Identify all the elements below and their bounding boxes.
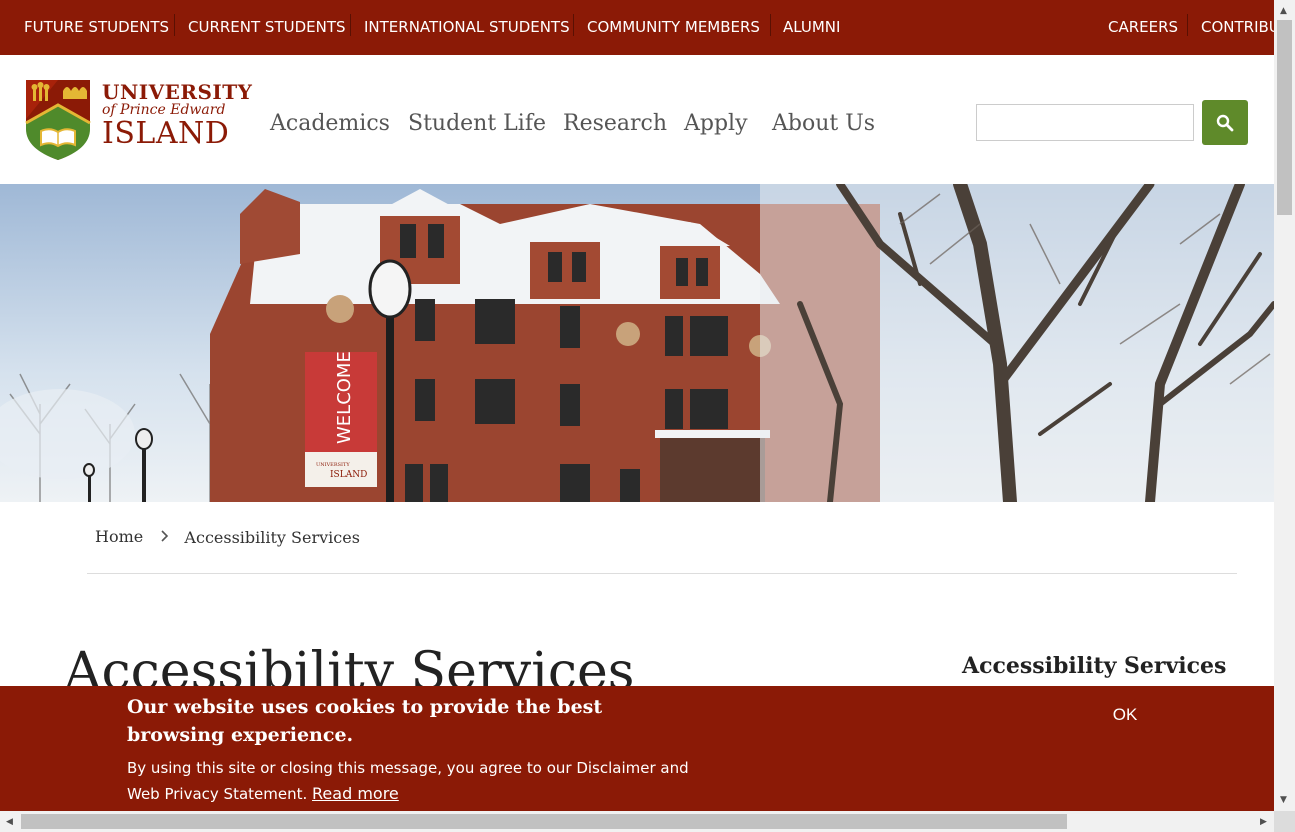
hero-image: WELCOME UNIVERSITY ISLAND [0, 184, 1274, 502]
sidebar-title: Accessibility Services [962, 653, 1227, 679]
scroll-left-icon[interactable]: ◀ [6, 817, 13, 827]
topbar-link-contribute[interactable]: CONTRIBU [1201, 0, 1274, 55]
topbar-divider [174, 14, 175, 36]
banner-logo-island: ISLAND [330, 470, 367, 480]
nav-research[interactable]: Research [563, 111, 667, 136]
welcome-banner-text: WELCOME [334, 351, 355, 444]
search-icon [1216, 114, 1234, 131]
breadcrumb-divider [87, 573, 1237, 574]
nav-about-us[interactable]: About Us [772, 111, 875, 136]
topbar-link-careers[interactable]: CAREERS [1108, 0, 1178, 55]
breadcrumb-home[interactable]: Home [95, 527, 143, 546]
cookie-body-text: By using this site or closing this messa… [127, 759, 689, 803]
topbar-divider [350, 14, 351, 36]
university-logo[interactable]: UNIVERSITY of Prince Edward ISLAND [25, 79, 252, 161]
vertical-scrollbar[interactable]: ▲ ▼ [1274, 0, 1295, 811]
search-button[interactable] [1202, 100, 1248, 145]
topbar-link-future-students[interactable]: FUTURE STUDENTS [24, 0, 169, 55]
topbar-divider [770, 14, 771, 36]
horizontal-scrollbar[interactable]: ◀ ▶ [0, 811, 1274, 832]
cookie-message: By using this site or closing this messa… [127, 756, 717, 807]
topbar-link-international-students[interactable]: INTERNATIONAL STUDENTS [364, 0, 570, 55]
topbar-divider [1187, 14, 1188, 36]
logo-text-university: UNIVERSITY [102, 80, 253, 104]
nav-academics[interactable]: Academics [270, 111, 390, 136]
nav-student-life[interactable]: Student Life [408, 111, 546, 136]
cookie-heading: Our website uses cookies to provide the … [127, 696, 603, 746]
scroll-right-icon[interactable]: ▶ [1260, 817, 1267, 827]
chevron-right-icon [160, 528, 169, 547]
topbar-link-community-members[interactable]: COMMUNITY MEMBERS [587, 0, 760, 55]
vertical-scroll-thumb[interactable] [1277, 20, 1292, 215]
horizontal-scroll-thumb[interactable] [21, 814, 1067, 829]
scrollbar-corner [1274, 811, 1295, 832]
site-header: UNIVERSITY of Prince Edward ISLAND Acade… [0, 55, 1274, 184]
breadcrumb-current: Accessibility Services [184, 528, 360, 547]
utility-nav: FUTURE STUDENTS CURRENT STUDENTS INTERNA… [0, 0, 1274, 55]
breadcrumb: Home Accessibility Services [95, 527, 360, 547]
scroll-down-icon[interactable]: ▼ [1280, 795, 1287, 805]
campus-building-photo: WELCOME UNIVERSITY ISLAND [0, 184, 1274, 502]
banner-logo-text: UNIVERSITY [316, 462, 350, 468]
cookie-banner: Our website uses cookies to provide the … [0, 686, 1274, 811]
search-input[interactable] [976, 104, 1194, 141]
cookie-ok-button[interactable]: OK [1100, 702, 1150, 728]
scroll-up-icon[interactable]: ▲ [1280, 6, 1287, 16]
read-more-link[interactable]: Read more [312, 784, 399, 803]
nav-apply[interactable]: Apply [684, 111, 748, 136]
logo-text-island: ISLAND [102, 116, 230, 151]
topbar-link-current-students[interactable]: CURRENT STUDENTS [188, 0, 346, 55]
topbar-divider [573, 14, 574, 36]
crest-icon [25, 80, 91, 160]
topbar-link-alumni[interactable]: ALUMNI [783, 0, 840, 55]
